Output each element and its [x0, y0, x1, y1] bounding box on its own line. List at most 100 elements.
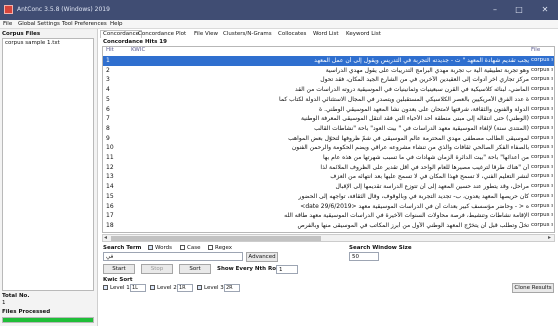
table-row[interactable]: 12 أن "هناك طرقا لترغيب مصيرها للعام الوا… [103, 163, 554, 173]
files-processed-label: Files Processed [2, 309, 51, 315]
table-row[interactable]: 10 بالصفاء الفكر الصالحي ثقافات والذي من … [103, 143, 554, 153]
show-every-nth-row-spinner[interactable]: 1 [276, 265, 298, 274]
level2-checkbox[interactable]: Level 2 [150, 285, 177, 291]
level3-checkbox[interactable]: Level 3 [197, 285, 224, 291]
total-files-value: 1 [2, 300, 6, 306]
checkbox-checked-icon [148, 245, 153, 250]
search-window-size-label: Search Window Size [349, 245, 412, 251]
menu-file[interactable]: File [3, 21, 12, 27]
scroll-left-icon[interactable]: ◂ [104, 234, 107, 241]
hit-number: 15 [106, 192, 114, 200]
hit-number: 10 [106, 144, 114, 152]
sort-button[interactable]: Sort [179, 264, 211, 274]
hit-number: 7 [106, 115, 110, 123]
menu-help[interactable]: Help [110, 21, 123, 27]
regex-checkbox[interactable]: Regex [208, 245, 232, 251]
hit-number: 1 [106, 57, 110, 64]
file-name: corpus samp [531, 76, 553, 83]
start-button[interactable]: Start [103, 264, 135, 274]
level1-select[interactable]: 1L [130, 284, 146, 292]
maximize-icon[interactable]: □ [512, 4, 526, 16]
kwic-sort-label: Kwic Sort [103, 277, 133, 283]
table-row[interactable]: 11 من أعدائها" باحة "بيت الدائرة الزمان ش… [103, 153, 554, 163]
file-name: corpus samp [531, 95, 553, 102]
tab-clusters-ngrams[interactable]: Clusters/N-Grams [223, 31, 272, 37]
table-row[interactable]: 1 يجب تقديم شهادة المعهد " ت - جديدته الت… [103, 56, 554, 66]
case-checkbox-label: Case [187, 245, 201, 251]
hit-number: 16 [106, 202, 114, 210]
hit-number: 13 [106, 173, 114, 181]
minimize-icon[interactable]: – [488, 4, 502, 16]
table-row[interactable]: 18 تخلّ وتطلب قبل أن يتخرّج المعهد الوطني… [103, 221, 554, 231]
level3-select[interactable]: 2R [224, 284, 240, 292]
table-row[interactable]: 15 كان حريصها المعهد يعدون، ب- تجديد التج… [103, 192, 554, 202]
table-row[interactable]: 6 الدولة والفنون والثقافة، شرفتها لامتحان… [103, 105, 554, 115]
file-name: corpus samp [531, 192, 553, 199]
corpus-files-pane: Corpus Files corpus sample 1.txt Total N… [0, 29, 98, 326]
table-row[interactable]: 5 ة عدد الفرق الأمريكيين بالعصر الكلاسيكي… [103, 95, 554, 105]
advanced-button[interactable]: Advanced [246, 252, 278, 262]
table-row[interactable]: 2 وهو تجربة تطبيقية آلية ب تجربة مهدي الب… [103, 66, 554, 76]
column-header-file[interactable]: File [531, 47, 540, 56]
table-row[interactable]: 17 الإقامة نشاطات وتنشيط، فرصة محاولات ال… [103, 211, 554, 221]
case-checkbox[interactable]: Case [180, 245, 200, 251]
close-icon[interactable]: ✕ [538, 4, 552, 16]
table-row[interactable]: 14 مراحل، وقد يتطور عند حسين المعهد إلى أ… [103, 182, 554, 192]
kwic-line: الماضي، لبنائه كلاسيكية في القرن سبعينيا… [294, 86, 529, 94]
kwic-line: لموسيقى الطالب مصطفى مهدي المحترمة عالم … [288, 134, 529, 142]
file-name: corpus samp [531, 66, 553, 73]
tab-file-view[interactable]: File View [194, 31, 218, 37]
hit-number: 6 [106, 105, 110, 113]
table-row[interactable]: 7 (الوطني) حتى انتقاله إلى مبنى منطقة أحد… [103, 114, 554, 124]
level2-label: Level 2 [157, 285, 177, 291]
file-name: corpus samp [531, 173, 553, 180]
show-every-nth-row-value: 1 [279, 267, 283, 273]
kwic-line: كان حريصها المعهد يعدون، ب- تجديد التجرب… [298, 192, 529, 200]
table-row[interactable]: 3 مركز تجاري آخر أدوات إلى العقيدين الأخر… [103, 75, 554, 85]
file-name: corpus samp [531, 144, 553, 151]
tab-keyword-list[interactable]: Keyword List [346, 31, 381, 37]
scroll-right-icon[interactable]: ▸ [548, 234, 551, 241]
search-window-size-spinner[interactable]: 50 [349, 252, 379, 261]
kwic-line: ة عدد الفرق الأمريكيين بالعصر الكلاسيكي … [279, 95, 529, 103]
level2-select[interactable]: 1R [177, 284, 193, 292]
regex-checkbox-label: Regex [215, 245, 232, 251]
search-window-size-value: 50 [352, 254, 359, 260]
hit-number: 8 [106, 124, 110, 132]
app-logo-icon [4, 5, 13, 14]
words-checkbox[interactable]: Words [148, 245, 172, 251]
files-processed-progress [2, 317, 94, 323]
tab-word-list[interactable]: Word List [313, 31, 339, 37]
corpus-files-list[interactable]: corpus sample 1.txt [2, 38, 94, 291]
total-files-label: Total No. [2, 293, 30, 299]
search-controls: Search Term Words Case Regex Search Wind… [100, 243, 558, 326]
menu-global-settings[interactable]: Global Settings [18, 21, 60, 27]
scrollbar-thumb[interactable] [111, 236, 321, 241]
search-term-value: في [106, 254, 114, 260]
table-row[interactable]: 16 <date 29/6/2019> ه < - وحاضر مؤسسف كبي… [103, 202, 554, 212]
level1-checkbox[interactable]: Level 1 [103, 285, 130, 291]
menu-tool-preferences[interactable]: Tool Preferences [62, 21, 107, 27]
menu-bar: File Global Settings Tool Preferences He… [0, 20, 558, 29]
horizontal-scrollbar[interactable]: ◂ ▸ [102, 234, 555, 242]
table-row[interactable]: 9 لموسيقى الطالب مصطفى مهدي المحترمة عالم… [103, 134, 554, 144]
column-header-hit[interactable]: Hit [106, 47, 114, 56]
column-header-kwic[interactable]: KWIC [131, 47, 145, 56]
table-row[interactable]: 4 الماضي، لبنائه كلاسيكية في القرن سبعيني… [103, 85, 554, 95]
tab-concordance[interactable]: Concordance [100, 30, 142, 38]
tab-concordance-plot[interactable]: Concordance Plot [138, 31, 186, 37]
search-term-input[interactable]: في [103, 252, 243, 261]
corpus-file-item[interactable]: corpus sample 1.txt [5, 40, 60, 46]
checkbox-icon [180, 245, 185, 250]
table-row[interactable]: 8 (المنتدى سنة) لإلغاء الموسيقية معهد الد… [103, 124, 554, 134]
tab-collocates[interactable]: Collocates [278, 31, 306, 37]
stop-button[interactable]: Stop [141, 264, 173, 274]
hit-number: 17 [106, 212, 114, 220]
hit-number: 14 [106, 183, 114, 191]
kwic-line: مركز تجاري آخر أدوات إلى العقيدين الأخري… [320, 76, 529, 84]
progress-fill [3, 318, 93, 322]
concordance-table[interactable]: Hit KWIC File 1 يجب تقديم شهادة المعهد " … [102, 46, 555, 233]
clone-results-button[interactable]: Clone Results [512, 283, 554, 293]
table-row[interactable]: 13 لنشر التعليم الفني، لا تسمح فهذا المكا… [103, 172, 554, 182]
file-name: corpus samp [531, 124, 553, 131]
